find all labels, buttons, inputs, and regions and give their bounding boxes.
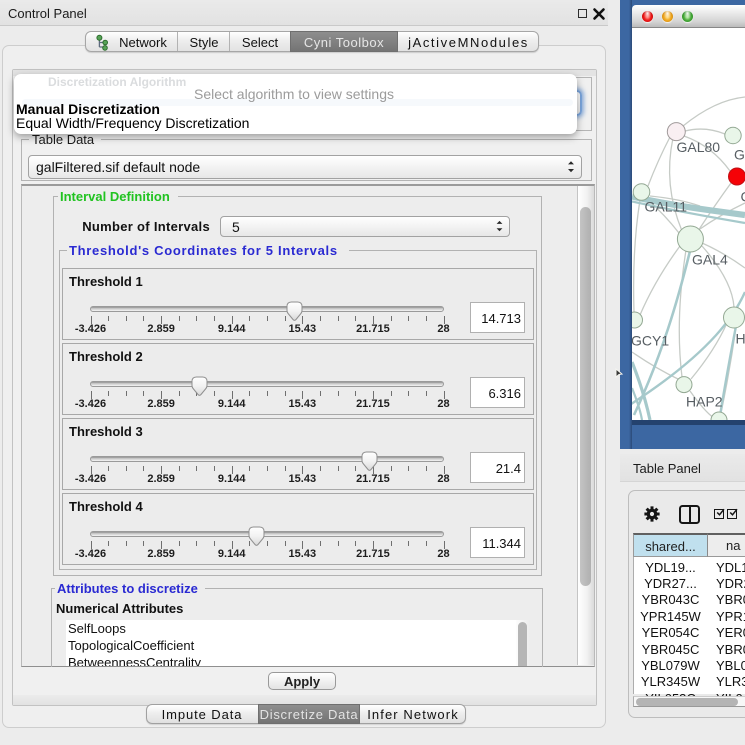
svg-text:C: C (741, 189, 745, 205)
svg-text:GA: GA (734, 147, 745, 163)
svg-text:HAP2: HAP2 (686, 394, 723, 410)
svg-text:H: H (736, 331, 745, 347)
svg-text:GAL11: GAL11 (645, 199, 688, 215)
svg-text:GCY1: GCY1 (631, 333, 669, 349)
svg-text:GAL4: GAL4 (692, 252, 728, 268)
svg-text:GAL80: GAL80 (677, 139, 721, 155)
